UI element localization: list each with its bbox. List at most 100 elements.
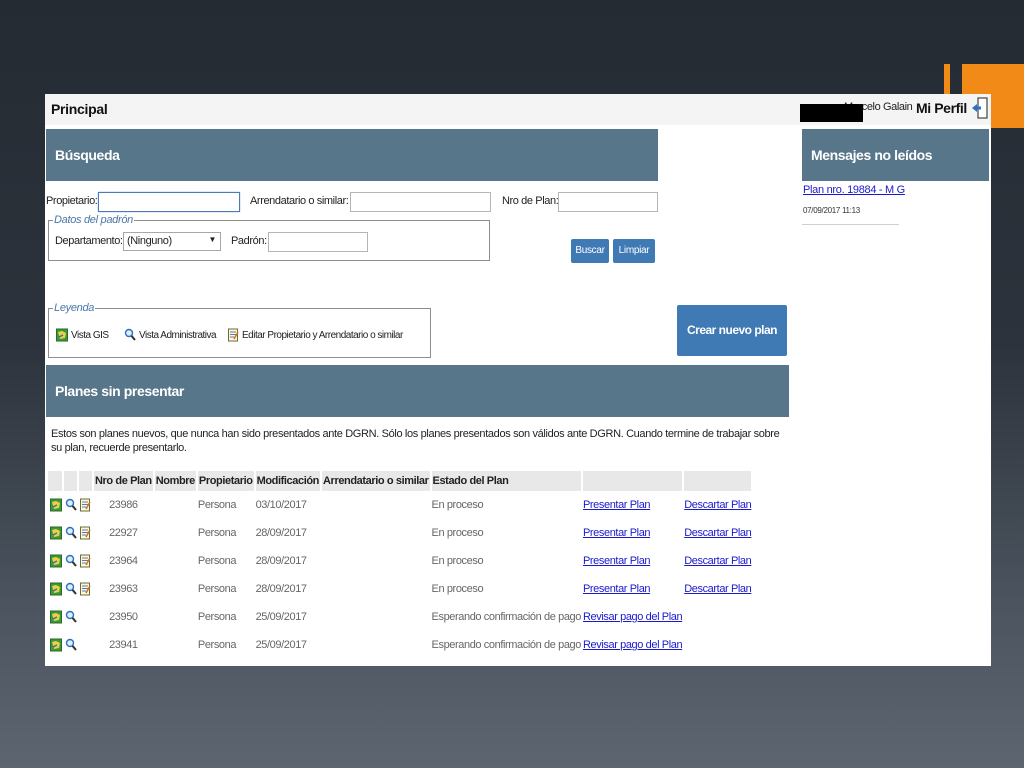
row-gis-cell[interactable] xyxy=(48,631,63,659)
edit-icon[interactable] xyxy=(80,498,91,512)
action1-link[interactable]: Revisar pago del Plan xyxy=(582,631,683,659)
nro-plan-input[interactable] xyxy=(558,192,658,212)
table-row: 23963 Persona 28/09/2017 En proceso Presenta… xyxy=(48,575,752,603)
mensaje-link[interactable]: Plan nro. 19884 - M G xyxy=(803,184,905,196)
cell-nombre xyxy=(154,519,197,547)
row-admin-cell[interactable] xyxy=(63,547,78,575)
profile-link[interactable]: Mi Perfil xyxy=(916,100,967,116)
cell-propietario: Persona xyxy=(197,639,237,651)
cell-nombre xyxy=(154,575,197,603)
magnifier-icon[interactable] xyxy=(65,498,77,512)
row-admin-cell[interactable] xyxy=(63,519,78,547)
row-edit-cell[interactable] xyxy=(78,519,93,547)
cell-modificacion: 28/09/2017 xyxy=(255,527,307,539)
magnifier-icon[interactable] xyxy=(65,526,77,540)
limpiar-button[interactable]: Limpiar xyxy=(613,239,655,263)
action2-link[interactable]: Descartar Plan xyxy=(683,519,752,547)
map-icon xyxy=(56,328,68,342)
edit-icon[interactable] xyxy=(80,554,91,568)
propietario-input[interactable] xyxy=(98,192,240,212)
cell-nro-plan: 23950 xyxy=(109,611,138,623)
arrendatario-input[interactable] xyxy=(350,192,491,212)
cell-nombre xyxy=(154,631,197,659)
edit-icon[interactable] xyxy=(80,526,91,540)
action1-link[interactable]: Presentar Plan xyxy=(582,547,683,575)
action1-link[interactable]: Presentar Plan xyxy=(582,491,683,519)
chevron-down-icon: ▼ xyxy=(208,235,216,244)
row-edit-cell[interactable] xyxy=(78,547,93,575)
cell-estado: En proceso xyxy=(431,583,484,595)
table-row: 22927 Persona 28/09/2017 En proceso Presenta… xyxy=(48,519,752,547)
nro-plan-label: Nro de Plan: xyxy=(502,195,559,207)
cell-modificacion: 25/09/2017 xyxy=(255,611,307,623)
magnifier-icon xyxy=(124,328,136,341)
cell-nro-plan: 23964 xyxy=(109,555,138,567)
page-title: Principal xyxy=(51,101,108,117)
row-edit-cell[interactable] xyxy=(78,575,93,603)
map-icon[interactable] xyxy=(49,554,62,568)
padron-label: Padrón: xyxy=(231,235,267,247)
edit-icon[interactable] xyxy=(80,582,91,596)
departamento-selected-value: (Ninguno) xyxy=(127,235,172,247)
busqueda-header: Búsqueda xyxy=(46,129,658,181)
table-row: 23950 Persona 25/09/2017 Esperando confirma… xyxy=(48,603,752,631)
cell-nombre xyxy=(154,603,197,631)
map-icon[interactable] xyxy=(49,498,62,512)
cell-arrendatario xyxy=(321,631,431,659)
app-window: Principal Marcelo Galain Mi Perfil Búsqu… xyxy=(45,94,991,666)
arrendatario-label: Arrendatario o similar: xyxy=(250,195,349,207)
cell-estado: Esperando confirmación de pago xyxy=(431,611,582,623)
action2-link[interactable]: Descartar Plan xyxy=(683,575,752,603)
cell-nro-plan: 23963 xyxy=(109,583,138,595)
row-admin-cell[interactable] xyxy=(63,631,78,659)
action2-link[interactable]: Descartar Plan xyxy=(683,491,752,519)
cell-arrendatario xyxy=(321,547,431,575)
row-gis-cell[interactable] xyxy=(48,547,63,575)
table-header-row: Nro de Plan Nombre Propietario Modificac… xyxy=(48,471,754,491)
action1-link[interactable]: Revisar pago del Plan xyxy=(582,603,683,631)
map-icon[interactable] xyxy=(49,582,62,596)
cell-nombre xyxy=(154,491,197,519)
col-action2 xyxy=(683,471,754,491)
leyenda-item-edit: Editar Propietario y Arrendatario o simi… xyxy=(228,328,403,342)
action1-link[interactable]: Presentar Plan xyxy=(582,575,683,603)
cell-arrendatario xyxy=(321,603,431,631)
col-estado: Estado del Plan xyxy=(430,471,583,491)
crear-nuevo-plan-button[interactable]: Crear nuevo plan xyxy=(677,305,787,356)
table-header-icon-col xyxy=(48,471,64,491)
cell-nro-plan: 22927 xyxy=(109,527,138,539)
row-admin-cell[interactable] xyxy=(63,491,78,519)
row-edit-cell[interactable] xyxy=(78,491,93,519)
propietario-label: Propietario: xyxy=(46,195,98,207)
action1-link[interactable]: Presentar Plan xyxy=(582,519,683,547)
row-gis-cell[interactable] xyxy=(48,491,63,519)
leyenda-label-gis: Vista GIS xyxy=(71,329,109,341)
action2-link xyxy=(683,603,752,631)
row-admin-cell[interactable] xyxy=(63,575,78,603)
magnifier-icon[interactable] xyxy=(65,638,77,652)
map-icon[interactable] xyxy=(49,526,62,540)
leyenda-label-admin: Vista Administrativa xyxy=(139,329,217,341)
padron-input[interactable] xyxy=(268,232,368,252)
col-propietario: Propietario xyxy=(196,471,256,491)
map-icon[interactable] xyxy=(49,610,62,624)
action2-link[interactable]: Descartar Plan xyxy=(683,547,752,575)
magnifier-icon[interactable] xyxy=(65,610,77,624)
planes-description: Estos son planes nuevos, que nunca han s… xyxy=(51,428,780,454)
buscar-button[interactable]: Buscar xyxy=(571,239,609,263)
row-gis-cell[interactable] xyxy=(48,603,63,631)
cell-nro-plan: 23941 xyxy=(109,639,138,651)
col-nro-plan: Nro de Plan xyxy=(93,471,155,491)
magnifier-icon[interactable] xyxy=(65,582,77,596)
redaction-mask xyxy=(800,104,863,122)
table-header-icon-col xyxy=(63,471,79,491)
padron-legend: Datos del padrón xyxy=(54,214,133,226)
map-icon[interactable] xyxy=(49,638,62,652)
row-admin-cell[interactable] xyxy=(63,603,78,631)
logout-icon[interactable] xyxy=(971,97,988,119)
row-gis-cell[interactable] xyxy=(48,519,63,547)
row-gis-cell[interactable] xyxy=(48,575,63,603)
edit-icon xyxy=(228,328,239,342)
departamento-select[interactable]: (Ninguno) ▼ xyxy=(123,232,221,251)
magnifier-icon[interactable] xyxy=(65,554,77,568)
